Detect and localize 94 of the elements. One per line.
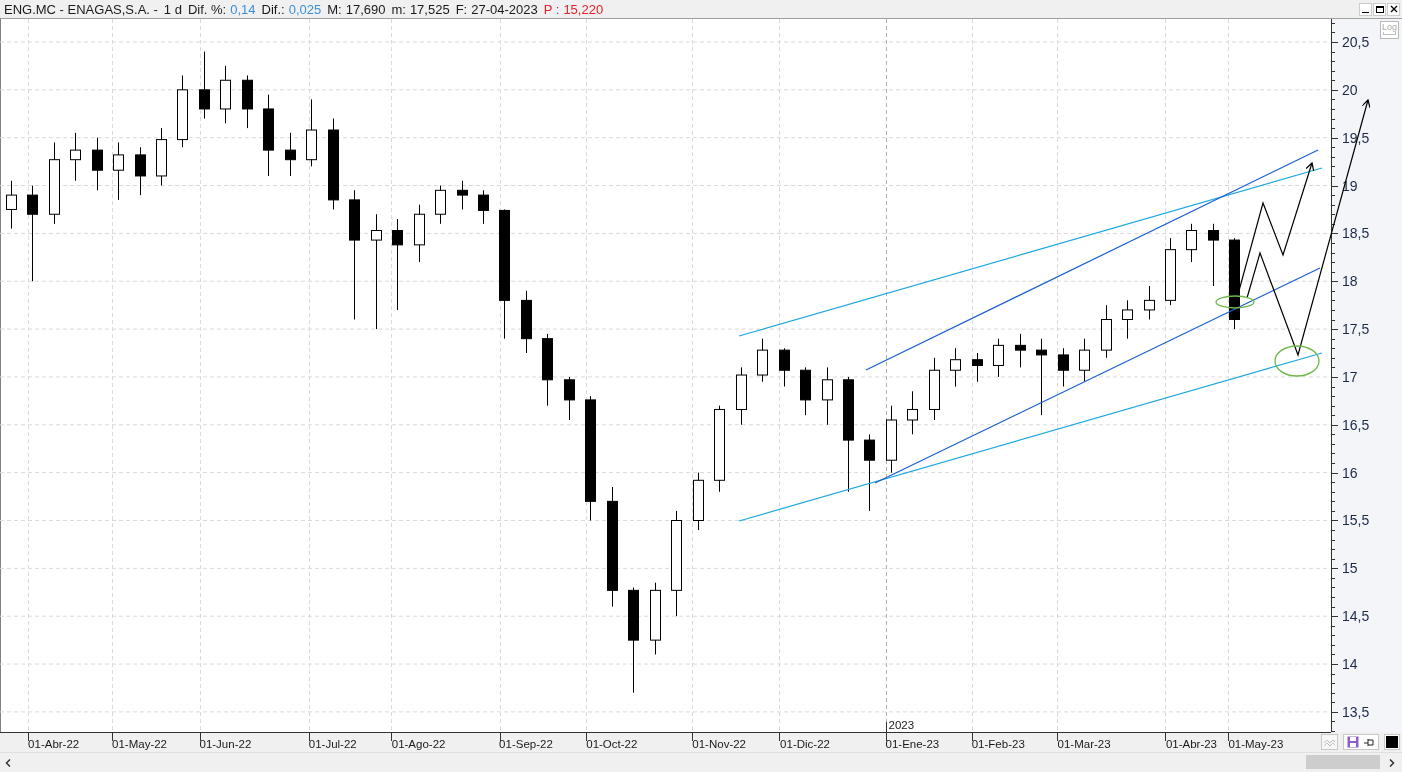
date-tick-label: 01-Ene-23 [885,738,940,750]
color-swatch-button[interactable] [1384,734,1400,750]
candle [779,347,790,387]
price-tick-label: 18 [1342,273,1358,290]
candle [757,338,768,383]
field-value: 27-04-2023 [471,2,538,16]
field-label: Dif. %: [187,2,227,16]
candle [822,366,833,426]
date-tick-label: 01-Sep-22 [499,738,553,750]
candle [285,132,296,177]
field-value: 15,220 [563,2,604,16]
save-icon[interactable] [1347,736,1359,748]
candle [6,180,17,230]
candle [242,74,253,129]
field-value: 0,14 [230,2,256,16]
instrument-name: ENG.MC - ENAGAS,S.A. - [4,2,158,16]
price-tick-label: 17 [1342,368,1358,385]
candle [693,472,704,531]
candle [414,204,425,263]
field-value: 17,525 [409,2,450,16]
scroll-left-icon[interactable] [5,759,11,767]
candle [1101,304,1112,359]
candle [199,51,210,120]
candle [736,366,747,426]
candle [306,98,317,167]
candle [1186,223,1197,263]
candle [1058,347,1069,387]
price-tick-label: 16,5 [1342,416,1370,433]
field-value: 17,690 [345,2,386,16]
field-label: M: [327,2,342,16]
maximize-button[interactable] [1373,2,1386,16]
year-label: 2023 [888,719,915,731]
log-button[interactable]: Log [1380,21,1399,39]
candle [1144,285,1155,320]
date-tick-label: 01-May-23 [1228,738,1284,750]
price-tick-label: 14,5 [1342,608,1370,625]
ellipse-marker [1274,345,1320,377]
date-tick-label: 01-Nov-22 [692,738,746,750]
date-tick-label: 01-Jun-22 [199,738,252,750]
candle [1208,223,1219,287]
candle [564,376,575,421]
candle [929,357,940,421]
date-tick-label: 01-May-22 [112,738,167,750]
candle [907,390,918,435]
field-value: 0,025 [288,2,322,16]
date-tick-label: 01-Dic-22 [780,738,830,750]
candle [1122,299,1133,340]
close-button[interactable] [1387,2,1400,16]
field-label: F: [455,2,468,16]
price-tick-label: 17,5 [1342,321,1370,338]
candle [113,141,124,201]
minimize-button[interactable] [1359,2,1372,16]
candle [457,180,468,210]
candle [435,185,446,225]
field-label: P : [543,2,560,16]
scroll-right-icon[interactable] [1389,759,1395,767]
price-tick-label: 15 [1342,560,1358,577]
ellipse-marker [1215,295,1255,309]
candle [70,132,81,182]
candle [993,338,1004,378]
candle [886,405,897,474]
horizontal-scrollbar[interactable] [0,752,1402,772]
price-tick-label: 15,5 [1342,512,1370,529]
date-tick-label: 01-Abr-22 [28,738,80,750]
date-tick-label: 01-Feb-23 [971,738,1025,750]
candle [800,366,811,416]
price-tick-label: 16 [1342,464,1358,481]
period-label: 1 d [163,2,182,16]
candle [1079,338,1090,383]
price-tick-label: 20 [1342,81,1358,98]
price-tick-label: 18,5 [1342,225,1370,242]
wave-icon [1324,737,1335,747]
date-tick-label: 01-Mar-23 [1057,738,1111,750]
candle [135,146,146,196]
date-tick-label: 01-Abr-23 [1165,738,1218,750]
date-tick-label: 01-Ago-22 [391,738,446,750]
field-label: Dif.: [261,2,285,16]
candle [92,137,103,191]
candle [950,347,961,387]
price-tick-label: 14 [1342,656,1358,673]
candle [521,290,532,354]
price-tick-label: 13,5 [1342,703,1370,720]
date-tick-label: 01-Jul-22 [308,738,357,750]
date-tick-label: 01-Oct-22 [586,738,638,750]
candle [220,65,231,124]
candle [1165,237,1176,306]
field-label: m: [391,2,406,16]
candle [1015,333,1026,368]
candle [478,189,489,225]
scrollbar-thumb[interactable] [1306,755,1380,769]
price-tick-label: 20,5 [1342,33,1370,50]
candle [156,127,167,187]
pin-icon[interactable] [1364,737,1375,747]
candle [972,352,983,383]
